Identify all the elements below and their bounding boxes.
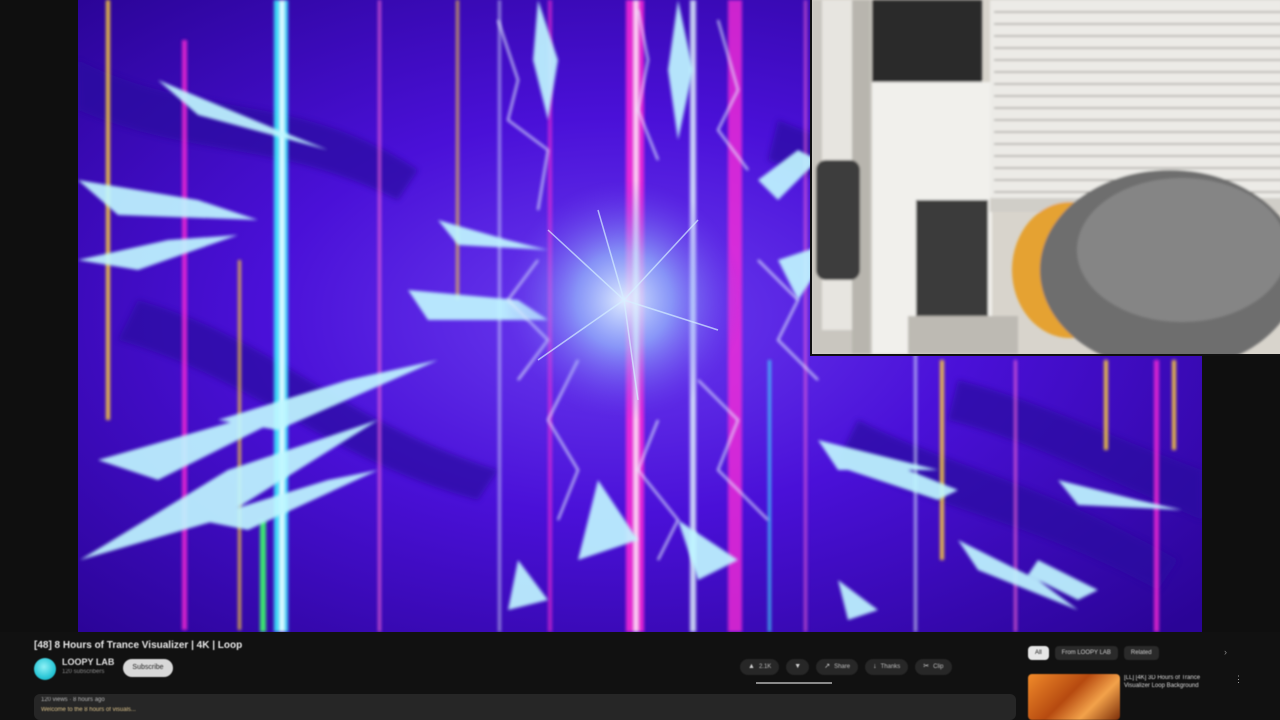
video-actions: ▲ 2.1K ▼ ↗ Share ↓ Thanks ✂ Clip (740, 658, 952, 676)
like-ratio-bar (756, 682, 832, 684)
channel-subscriber-count: 120 subscribers (62, 669, 105, 675)
chip-all[interactable]: All (1028, 646, 1049, 660)
chip-from-channel[interactable]: From LOOPY LAB (1054, 646, 1118, 660)
dislike-button[interactable]: ▼ (786, 659, 810, 675)
video-title: [48] 8 Hours of Trance Visualizer | 4K |… (34, 640, 243, 651)
recommended-video-thumbnail[interactable] (1028, 674, 1120, 720)
recommendation-filter-chips: All From LOOPY LAB Related (1028, 646, 1159, 660)
screen: [48] 8 Hours of Trance Visualizer | 4K |… (0, 0, 1280, 720)
chevron-right-icon[interactable]: › (1224, 647, 1227, 657)
share-label: Share (834, 664, 851, 670)
share-button[interactable]: ↗ Share (816, 659, 859, 675)
share-icon: ↗ (824, 663, 831, 670)
watch-info-area: [48] 8 Hours of Trance Visualizer | 4K |… (0, 632, 1280, 720)
thumbs-up-icon: ▲ (748, 663, 755, 670)
chip-related[interactable]: Related (1123, 646, 1159, 660)
room-camera-image (812, 0, 1280, 354)
clip-icon: ✂ (923, 663, 930, 670)
thanks-button[interactable]: ↓ Thanks (865, 659, 909, 675)
clip-button[interactable]: ✂ Clip (915, 659, 952, 675)
thanks-label: Thanks (880, 664, 901, 670)
view-count-and-date: 120 views · 8 hours ago (41, 697, 105, 703)
like-button[interactable]: ▲ 2.1K (740, 659, 780, 675)
subscribe-button[interactable]: Subscribe (123, 659, 173, 677)
description-text: Welcome to the 8 hours of visuals... (41, 707, 136, 713)
webcam-overlay (810, 0, 1280, 356)
recommended-video-title[interactable]: [LL] [4K] 3D Hours of Trance Visualizer … (1124, 674, 1224, 690)
clip-label: Clip (933, 664, 944, 670)
more-options-icon[interactable]: ⋮ (1234, 674, 1243, 685)
channel-name[interactable]: LOOPY LAB (62, 657, 114, 667)
thumbs-down-icon: ▼ (794, 663, 802, 670)
like-count: 2.1K (758, 664, 772, 670)
description-box[interactable]: 120 views · 8 hours ago Welcome to the 8… (34, 694, 1016, 720)
download-icon: ↓ (873, 663, 877, 670)
channel-avatar[interactable] (34, 658, 56, 680)
